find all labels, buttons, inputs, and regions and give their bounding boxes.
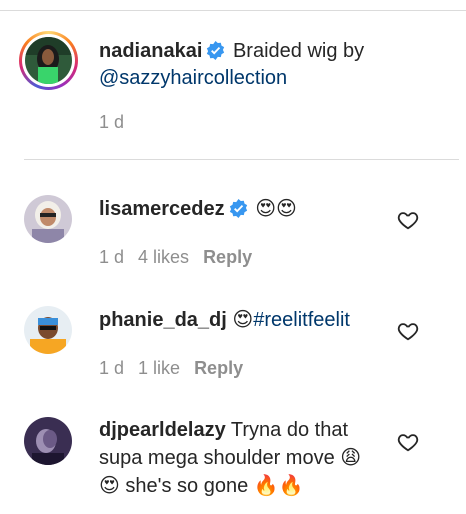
comment-body-continued: she's so gone (125, 475, 249, 497)
caption-username[interactable]: nadianakai (99, 40, 202, 62)
reply-button[interactable]: Reply (194, 358, 243, 378)
comment-emoji-fire: 🔥🔥 (253, 473, 304, 497)
caption-meta: 1 d (99, 112, 138, 133)
comment-emoji: 😍😍 (255, 196, 297, 220)
heart-icon[interactable] (397, 209, 419, 231)
caption-text: nadianakai Braided wig by @sazzyhaircoll… (99, 38, 439, 92)
comment-text: lisamercedez 😍😍 (99, 195, 389, 223)
caption-divider (24, 159, 459, 160)
avatar (25, 37, 72, 84)
caption-body: Braided wig by (232, 40, 365, 62)
caption-mention-link[interactable]: @sazzyhaircollection (99, 67, 287, 89)
heart-icon[interactable] (397, 320, 419, 342)
avatar[interactable] (24, 195, 72, 243)
comment-text: djpearldelazy Tryna do that supa mega sh… (99, 417, 369, 500)
comment-meta: 1 d 4 likes Reply (99, 247, 266, 268)
caption-timestamp: 1 d (99, 112, 125, 132)
verified-badge-icon (229, 199, 248, 218)
comment-username[interactable]: lisamercedez (99, 198, 225, 220)
comment-likes[interactable]: 1 like (138, 358, 180, 378)
avatar[interactable] (24, 306, 72, 354)
comment-timestamp: 1 d (99, 247, 125, 267)
hashtag-link[interactable]: #reelitfeelit (253, 309, 350, 331)
caption-avatar-story-ring[interactable] (19, 31, 78, 90)
comment-username[interactable]: phanie_da_dj (99, 309, 227, 331)
comment-emoji: 😍 (232, 307, 254, 331)
comment-username[interactable]: djpearldelazy (99, 419, 226, 441)
post-caption: nadianakai Braided wig by @sazzyhaircoll… (0, 28, 466, 153)
top-divider (0, 10, 466, 11)
verified-badge-icon (206, 41, 225, 60)
reply-button[interactable]: Reply (203, 247, 252, 267)
heart-icon[interactable] (397, 431, 419, 453)
comment-likes[interactable]: 4 likes (138, 247, 189, 267)
avatar[interactable] (24, 417, 72, 465)
comment-meta: 1 d 1 like Reply (99, 358, 257, 379)
comment-timestamp: 1 d (99, 358, 125, 378)
comment-text: phanie_da_dj 😍#reelitfeelit (99, 306, 389, 334)
